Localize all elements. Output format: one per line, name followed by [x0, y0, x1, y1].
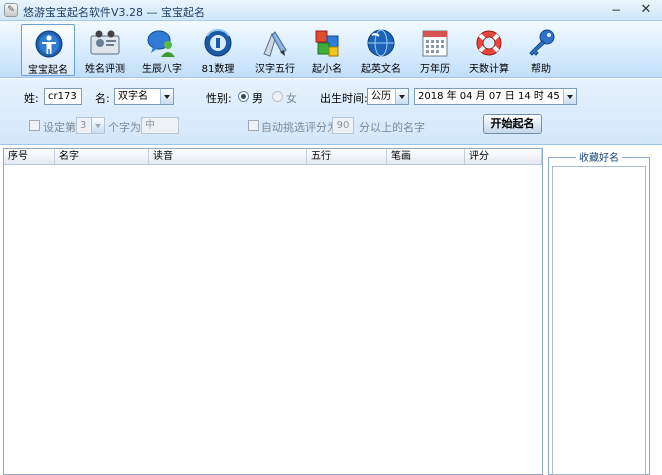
chevron-down-icon	[160, 89, 173, 104]
column-header[interactable]: 评分	[465, 149, 542, 164]
column-header[interactable]: 读音	[149, 149, 307, 164]
toolbar-label: 生辰八字	[142, 64, 182, 75]
toolbar-hanzi-wuxing[interactable]: 汉字五行	[248, 24, 302, 76]
given-name-label: 名:	[95, 92, 110, 105]
results-table[interactable]: 序号 名字 读音 五行 笔画 评分	[3, 148, 543, 475]
gender-female-label: 女	[286, 92, 297, 105]
toolbar-english-name[interactable]: 起英文名	[354, 24, 408, 76]
toolbar-label: 81数理	[201, 64, 235, 75]
favorites-list[interactable]	[552, 166, 646, 475]
chevron-down-icon	[563, 89, 576, 104]
globe-81-icon	[204, 29, 232, 57]
column-header[interactable]: 五行	[307, 149, 387, 164]
chevron-down-icon	[91, 118, 104, 133]
auto-pick-label: 自动挑选评分为	[261, 121, 338, 134]
auto-pick-checkbox[interactable]	[248, 120, 259, 131]
column-header[interactable]: 笔画	[387, 149, 465, 164]
toolbar: 宝宝起名 姓名评测 生辰八字 81数理 汉字五行 起小名 起英文名 万年历 天数…	[0, 21, 662, 78]
title-bar: ✎ 悠游宝宝起名软件V3.28 — 宝宝起名 − ✕	[0, 0, 662, 21]
toolbar-nickname[interactable]: 起小名	[300, 24, 354, 76]
fix-char-checkbox[interactable]	[29, 120, 40, 131]
birth-datetime-value: 2018 年 04 月 07 日 14 时 45 分	[418, 91, 573, 102]
id-card-icon	[90, 30, 120, 55]
toolbar-label: 宝宝起名	[28, 65, 68, 76]
calendar-type-value: 公历	[371, 91, 391, 102]
brush-icon	[263, 31, 287, 57]
auto-score-input[interactable]: 90	[332, 117, 354, 134]
window-title: 悠游宝宝起名软件V3.28 — 宝宝起名	[23, 6, 206, 19]
close-button[interactable]: ✕	[636, 2, 656, 18]
toolbar-help[interactable]: 帮助	[514, 24, 568, 76]
toolbar-name-evaluation[interactable]: 姓名评测	[78, 24, 132, 76]
key-icon	[529, 29, 555, 56]
chat-person-icon	[147, 30, 175, 57]
table-header: 序号 名字 读音 五行 笔画 评分	[4, 149, 542, 165]
start-naming-button[interactable]: 开始起名	[483, 114, 542, 134]
lifebuoy-icon	[476, 30, 502, 56]
app-icon: ✎	[4, 3, 18, 17]
toolbar-birth-bazi[interactable]: 生辰八字	[135, 24, 189, 76]
surname-label: 姓:	[24, 92, 39, 105]
toolbar-day-calculator[interactable]: 天数计算	[462, 24, 516, 76]
gender-female-radio[interactable]	[272, 91, 283, 102]
fix-position-select[interactable]: 3	[76, 117, 105, 134]
name-type-select[interactable]: 双字名	[114, 88, 174, 105]
birth-time-label: 出生时间:	[320, 92, 368, 105]
toolbar-label: 起英文名	[361, 64, 401, 75]
fix-char-input[interactable]: 中	[141, 117, 179, 134]
gender-male-label: 男	[252, 92, 263, 105]
fix-char-label: 设定第	[43, 121, 76, 134]
calendar-icon	[422, 30, 448, 57]
globe-icon	[367, 29, 395, 57]
minimize-button[interactable]: −	[606, 2, 626, 18]
toolbar-label: 姓名评测	[85, 64, 125, 75]
toolbar-label: 帮助	[531, 64, 551, 75]
calendar-type-select[interactable]: 公历	[367, 88, 409, 105]
toolbar-81-numerology[interactable]: 81数理	[191, 24, 245, 76]
toolbar-label: 起小名	[312, 64, 342, 75]
fix-position-value: 3	[80, 120, 87, 131]
gender-male-radio[interactable]	[238, 91, 249, 102]
name-type-value: 双字名	[118, 91, 148, 102]
birth-datetime-picker[interactable]: 2018 年 04 月 07 日 14 时 45 分	[414, 88, 577, 105]
toolbar-label: 汉字五行	[255, 64, 295, 75]
person-badge-icon	[35, 30, 63, 58]
auto-pick-suffix: 分以上的名字	[359, 121, 425, 134]
toolbar-label: 天数计算	[469, 64, 509, 75]
column-header[interactable]: 名字	[55, 149, 149, 164]
toolbar-label: 万年历	[420, 64, 450, 75]
gender-label: 性别:	[206, 92, 232, 105]
chevron-down-icon	[395, 89, 408, 104]
toolbar-perpetual-calendar[interactable]: 万年历	[408, 24, 462, 76]
toolbar-baby-naming[interactable]: 宝宝起名	[21, 24, 75, 76]
fix-char-suffix-label: 个字为	[108, 121, 141, 134]
favorites-title: 收藏好名	[576, 149, 622, 164]
surname-input[interactable]: cr173	[44, 88, 82, 105]
column-header[interactable]: 序号	[4, 149, 55, 164]
blocks-icon	[315, 30, 339, 57]
